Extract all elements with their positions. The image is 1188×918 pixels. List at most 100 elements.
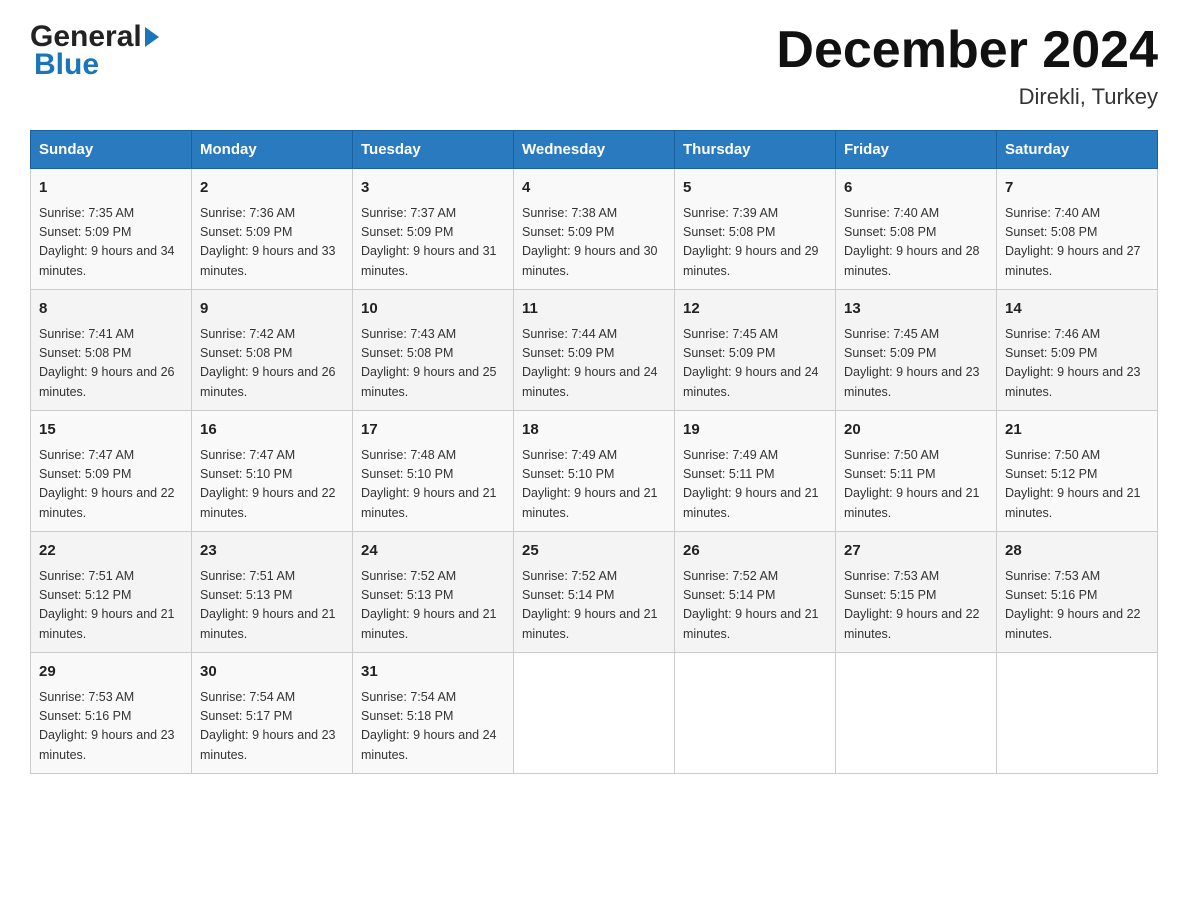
title-section: December 2024 Direkli, Turkey (776, 20, 1158, 110)
day-number: 4 (522, 177, 666, 200)
day-number: 7 (1005, 177, 1149, 200)
day-cell-14: 14 Sunrise: 7:46 AMSunset: 5:09 PMDayligh… (997, 290, 1158, 411)
calendar-table: SundayMondayTuesdayWednesdayThursdayFrid… (30, 130, 1158, 774)
day-number: 30 (200, 661, 344, 684)
day-cell-16: 16 Sunrise: 7:47 AMSunset: 5:10 PMDayligh… (192, 411, 353, 532)
header-sunday: Sunday (31, 131, 192, 169)
page-subtitle: Direkli, Turkey (776, 84, 1158, 110)
day-number: 2 (200, 177, 344, 200)
day-info: Sunrise: 7:53 AMSunset: 5:15 PMDaylight:… (844, 567, 988, 645)
day-number: 21 (1005, 419, 1149, 442)
day-cell-21: 21 Sunrise: 7:50 AMSunset: 5:12 PMDayligh… (997, 411, 1158, 532)
day-cell-3: 3Sunrise: 7:37 AMSunset: 5:09 PMDaylight… (353, 169, 514, 290)
day-info: Sunrise: 7:40 AMSunset: 5:08 PMDaylight:… (844, 204, 988, 282)
day-number: 23 (200, 540, 344, 563)
day-cell-15: 15 Sunrise: 7:47 AMSunset: 5:09 PMDayligh… (31, 411, 192, 532)
day-cell-6: 6 Sunrise: 7:40 AMSunset: 5:08 PMDaylight… (836, 169, 997, 290)
empty-cell (836, 653, 997, 774)
week-row-4: 22 Sunrise: 7:51 AMSunset: 5:12 PMDayligh… (31, 532, 1158, 653)
day-number: 5 (683, 177, 827, 200)
empty-cell (997, 653, 1158, 774)
day-info: Sunrise: 7:49 AMSunset: 5:10 PMDaylight:… (522, 446, 666, 524)
logo-blue-text: Blue (34, 48, 161, 82)
day-cell-28: 28 Sunrise: 7:53 AMSunset: 5:16 PMDayligh… (997, 532, 1158, 653)
day-number: 22 (39, 540, 183, 563)
logo: General Blue (30, 20, 161, 82)
day-number: 8 (39, 298, 183, 321)
day-cell-1: 1 Sunrise: 7:35 AMSunset: 5:09 PMDaylight… (31, 169, 192, 290)
day-info: Sunrise: 7:45 AMSunset: 5:09 PMDaylight:… (683, 325, 827, 403)
day-cell-30: 30 Sunrise: 7:54 AMSunset: 5:17 PMDayligh… (192, 653, 353, 774)
day-cell-17: 17 Sunrise: 7:48 AMSunset: 5:10 PMDayligh… (353, 411, 514, 532)
day-info: Sunrise: 7:43 AMSunset: 5:08 PMDaylight:… (361, 325, 505, 403)
day-cell-5: 5Sunrise: 7:39 AMSunset: 5:08 PMDaylight… (675, 169, 836, 290)
day-number: 28 (1005, 540, 1149, 563)
day-number: 16 (200, 419, 344, 442)
day-number: 27 (844, 540, 988, 563)
day-info: Sunrise: 7:53 AMSunset: 5:16 PMDaylight:… (1005, 567, 1149, 645)
header-friday: Friday (836, 131, 997, 169)
day-number: 25 (522, 540, 666, 563)
day-info: Sunrise: 7:47 AMSunset: 5:10 PMDaylight:… (200, 446, 344, 524)
day-info: Sunrise: 7:41 AMSunset: 5:08 PMDaylight:… (39, 325, 183, 403)
day-info: Sunrise: 7:37 AMSunset: 5:09 PMDaylight:… (361, 204, 505, 282)
day-cell-9: 9Sunrise: 7:42 AMSunset: 5:08 PMDaylight… (192, 290, 353, 411)
logo-arrow-icon (145, 27, 159, 47)
day-number: 15 (39, 419, 183, 442)
day-number: 10 (361, 298, 505, 321)
day-number: 29 (39, 661, 183, 684)
header-wednesday: Wednesday (514, 131, 675, 169)
day-number: 6 (844, 177, 988, 200)
day-cell-19: 19Sunrise: 7:49 AMSunset: 5:11 PMDayligh… (675, 411, 836, 532)
day-cell-31: 31 Sunrise: 7:54 AMSunset: 5:18 PMDayligh… (353, 653, 514, 774)
day-info: Sunrise: 7:47 AMSunset: 5:09 PMDaylight:… (39, 446, 183, 524)
day-cell-13: 13Sunrise: 7:45 AMSunset: 5:09 PMDayligh… (836, 290, 997, 411)
day-info: Sunrise: 7:51 AMSunset: 5:13 PMDaylight:… (200, 567, 344, 645)
day-info: Sunrise: 7:35 AMSunset: 5:09 PMDaylight:… (39, 204, 183, 282)
day-number: 1 (39, 177, 183, 200)
day-cell-10: 10 Sunrise: 7:43 AMSunset: 5:08 PMDayligh… (353, 290, 514, 411)
day-cell-2: 2Sunrise: 7:36 AMSunset: 5:09 PMDaylight… (192, 169, 353, 290)
empty-cell (514, 653, 675, 774)
header-thursday: Thursday (675, 131, 836, 169)
day-number: 20 (844, 419, 988, 442)
day-info: Sunrise: 7:52 AMSunset: 5:14 PMDaylight:… (522, 567, 666, 645)
day-cell-20: 20Sunrise: 7:50 AMSunset: 5:11 PMDayligh… (836, 411, 997, 532)
day-info: Sunrise: 7:40 AMSunset: 5:08 PMDaylight:… (1005, 204, 1149, 282)
day-info: Sunrise: 7:46 AMSunset: 5:09 PMDaylight:… (1005, 325, 1149, 403)
day-info: Sunrise: 7:48 AMSunset: 5:10 PMDaylight:… (361, 446, 505, 524)
day-number: 18 (522, 419, 666, 442)
header-tuesday: Tuesday (353, 131, 514, 169)
day-cell-29: 29Sunrise: 7:53 AMSunset: 5:16 PMDayligh… (31, 653, 192, 774)
day-info: Sunrise: 7:44 AMSunset: 5:09 PMDaylight:… (522, 325, 666, 403)
empty-cell (675, 653, 836, 774)
day-cell-7: 7 Sunrise: 7:40 AMSunset: 5:08 PMDaylight… (997, 169, 1158, 290)
day-info: Sunrise: 7:50 AMSunset: 5:12 PMDaylight:… (1005, 446, 1149, 524)
week-row-2: 8 Sunrise: 7:41 AMSunset: 5:08 PMDaylight… (31, 290, 1158, 411)
day-info: Sunrise: 7:54 AMSunset: 5:17 PMDaylight:… (200, 688, 344, 766)
day-info: Sunrise: 7:52 AMSunset: 5:13 PMDaylight:… (361, 567, 505, 645)
day-number: 13 (844, 298, 988, 321)
day-number: 24 (361, 540, 505, 563)
header-monday: Monday (192, 131, 353, 169)
day-number: 17 (361, 419, 505, 442)
day-cell-12: 12Sunrise: 7:45 AMSunset: 5:09 PMDayligh… (675, 290, 836, 411)
day-number: 31 (361, 661, 505, 684)
day-number: 19 (683, 419, 827, 442)
day-cell-11: 11 Sunrise: 7:44 AMSunset: 5:09 PMDayligh… (514, 290, 675, 411)
day-number: 14 (1005, 298, 1149, 321)
day-cell-25: 25 Sunrise: 7:52 AMSunset: 5:14 PMDayligh… (514, 532, 675, 653)
day-cell-23: 23 Sunrise: 7:51 AMSunset: 5:13 PMDayligh… (192, 532, 353, 653)
page-header: General Blue December 2024 Direkli, Turk… (30, 20, 1158, 110)
day-info: Sunrise: 7:38 AMSunset: 5:09 PMDaylight:… (522, 204, 666, 282)
day-info: Sunrise: 7:52 AMSunset: 5:14 PMDaylight:… (683, 567, 827, 645)
day-cell-4: 4 Sunrise: 7:38 AMSunset: 5:09 PMDaylight… (514, 169, 675, 290)
week-row-3: 15 Sunrise: 7:47 AMSunset: 5:09 PMDayligh… (31, 411, 1158, 532)
day-cell-8: 8 Sunrise: 7:41 AMSunset: 5:08 PMDaylight… (31, 290, 192, 411)
day-info: Sunrise: 7:54 AMSunset: 5:18 PMDaylight:… (361, 688, 505, 766)
header-saturday: Saturday (997, 131, 1158, 169)
day-number: 26 (683, 540, 827, 563)
day-cell-27: 27 Sunrise: 7:53 AMSunset: 5:15 PMDayligh… (836, 532, 997, 653)
day-info: Sunrise: 7:51 AMSunset: 5:12 PMDaylight:… (39, 567, 183, 645)
day-number: 11 (522, 298, 666, 321)
